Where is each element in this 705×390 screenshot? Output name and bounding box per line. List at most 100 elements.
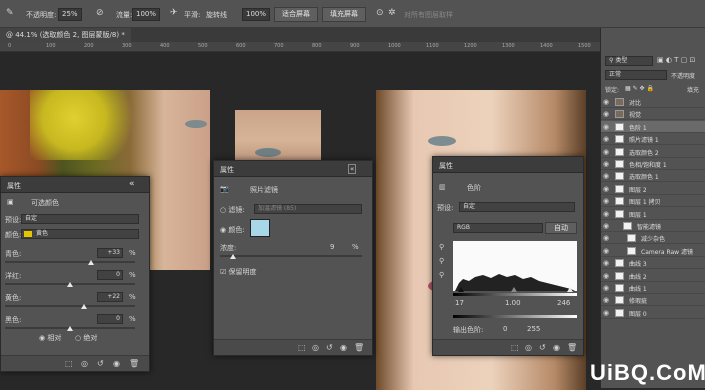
color-slider-value[interactable]: +33 [97, 248, 123, 258]
delete-trash-icon[interactable]: 🗑 [354, 343, 364, 352]
layer-row[interactable]: ◉ 减少杂色 [601, 232, 705, 245]
layer-visibility-eye-icon[interactable]: ◉ [603, 110, 609, 118]
blend-mode-select[interactable]: 正常 [605, 70, 667, 80]
layer-row[interactable]: ◉ 修瑕疵 [601, 294, 705, 307]
layer-visibility-eye-icon[interactable]: ◉ [603, 123, 609, 131]
color-slider-value[interactable]: +22 [97, 292, 123, 302]
collapse-icon[interactable]: « [348, 164, 357, 174]
color-slider-value[interactable]: 0 [97, 270, 123, 280]
color-slider-knob[interactable] [81, 304, 88, 309]
color-radio[interactable]: ◉ 颜色: [220, 225, 245, 235]
layer-kind-filter[interactable]: ⚲ 类型 [605, 56, 653, 66]
visibility-eye-icon[interactable]: ◉ [553, 343, 560, 352]
view-previous-icon[interactable]: ◎ [312, 343, 319, 352]
reset-icon[interactable]: ↺ [326, 343, 333, 352]
flow-field[interactable]: 100% [132, 8, 160, 21]
delete-trash-icon[interactable]: 🗑 [567, 343, 577, 352]
color-slider-knob[interactable] [87, 260, 94, 265]
color-slider-knob[interactable] [67, 326, 73, 331]
pressure-opacity-icon[interactable]: ⊘ [96, 9, 104, 18]
layer-visibility-eye-icon[interactable]: ◉ [603, 148, 609, 156]
layer-row[interactable]: ◉ 选取颜色 1 [601, 170, 705, 183]
layer-row[interactable]: ◉ 曲线 1 [601, 282, 705, 294]
lock-icons[interactable]: ▦ ✎ ✥ 🔒 [625, 85, 654, 92]
gray-eyedropper-icon[interactable]: ⚲ [439, 257, 444, 265]
colors-select[interactable]: 黄色 [21, 229, 139, 239]
auto-button[interactable]: 自动 [545, 222, 577, 234]
filter-color-swatch[interactable] [250, 219, 270, 237]
layer-visibility-eye-icon[interactable]: ◉ [603, 234, 609, 242]
layer-row[interactable]: ◉ 图层 1 [601, 208, 705, 220]
color-slider-knob[interactable] [67, 282, 73, 287]
layer-row[interactable]: ◉ Camera Raw 滤镜 [601, 245, 705, 257]
layer-visibility-eye-icon[interactable]: ◉ [603, 197, 609, 205]
layer-row[interactable]: ◉ 智能滤镜 [601, 220, 705, 232]
airbrush-icon[interactable]: ✈ [170, 9, 178, 18]
layer-visibility-eye-icon[interactable]: ◉ [603, 222, 609, 230]
filter-radio[interactable]: ○ 滤镜: [220, 205, 245, 215]
view-previous-icon[interactable]: ◎ [81, 359, 88, 368]
settings-gear-icon[interactable]: ✲ [388, 9, 396, 18]
white-point-slider[interactable] [567, 287, 573, 292]
layer-row[interactable]: ◉ 图层 1 拷贝 [601, 195, 705, 208]
absolute-radio[interactable]: ○ 绝对 [75, 333, 97, 343]
color-slider-track[interactable] [5, 261, 135, 263]
layer-row[interactable]: ◉ 照片滤镜 1 [601, 133, 705, 146]
preserve-luminosity-checkbox[interactable]: ☑ 保留明度 [220, 267, 257, 277]
output-black-value[interactable]: 0 [503, 325, 507, 333]
layer-visibility-eye-icon[interactable]: ◉ [603, 185, 609, 193]
layer-visibility-eye-icon[interactable]: ◉ [603, 296, 609, 304]
brush-tool-icon[interactable]: ✎ [6, 9, 14, 18]
density-value[interactable]: 9 [330, 243, 334, 251]
preset-select[interactable]: 自定 [459, 202, 575, 212]
relative-radio[interactable]: ◉ 相对 [39, 333, 61, 343]
white-eyedropper-icon[interactable]: ⚲ [439, 271, 444, 279]
fill-screen-button[interactable]: 填充屏幕 [322, 7, 366, 22]
layer-visibility-eye-icon[interactable]: ◉ [603, 160, 609, 168]
clip-to-layer-icon[interactable]: ⬚ [511, 343, 519, 352]
view-previous-icon[interactable]: ◎ [525, 343, 532, 352]
density-slider-knob[interactable] [229, 254, 236, 259]
fit-screen-button[interactable]: 适合屏幕 [274, 7, 318, 22]
layer-visibility-eye-icon[interactable]: ◉ [603, 172, 609, 180]
layer-row[interactable]: ◉ 对比 [601, 96, 705, 108]
opacity-field[interactable]: 25% [58, 8, 82, 21]
preset-select[interactable]: 自定 [21, 214, 139, 224]
input-black-value[interactable]: 17 [455, 299, 464, 307]
reset-icon[interactable]: ↺ [539, 343, 546, 352]
black-eyedropper-icon[interactable]: ⚲ [439, 243, 444, 251]
smoothing-value[interactable]: 旋转线 [206, 10, 227, 20]
reset-icon[interactable]: ↺ [97, 359, 104, 368]
midpoint-slider[interactable] [511, 287, 517, 292]
panel-titlebar[interactable]: 属性 « [1, 177, 149, 193]
filter-select[interactable]: 加温滤镜 (85) [254, 204, 362, 214]
layer-visibility-eye-icon[interactable]: ◉ [603, 284, 609, 292]
layer-visibility-eye-icon[interactable]: ◉ [603, 272, 609, 280]
layer-row[interactable]: ◉ 图层 0 [601, 307, 705, 319]
layer-visibility-eye-icon[interactable]: ◉ [603, 247, 609, 255]
layer-row[interactable]: ◉ 曲线 3 [601, 257, 705, 270]
layer-row[interactable]: ◉ 曲线 2 [601, 270, 705, 282]
layer-row[interactable]: ◉ 色阶 1 [601, 120, 705, 133]
layer-row[interactable]: ◉ 选取颜色 2 [601, 146, 705, 158]
layer-visibility-eye-icon[interactable]: ◉ [603, 259, 609, 267]
channel-select[interactable]: RGB [453, 223, 543, 233]
input-white-value[interactable]: 246 [557, 299, 570, 307]
input-mid-value[interactable]: 1.00 [505, 299, 521, 307]
document-tab[interactable]: @ 44.1% (选取颜色 2, 图层蒙版/8) * [0, 28, 131, 42]
layer-row[interactable]: ◉ 图层 2 [601, 183, 705, 195]
delete-trash-icon[interactable]: 🗑 [129, 359, 139, 368]
visibility-eye-icon[interactable]: ◉ [340, 343, 347, 352]
layer-visibility-eye-icon[interactable]: ◉ [603, 210, 609, 218]
filter-icons[interactable]: ▣ ◐ T ▢ ⊡ [657, 56, 695, 64]
panel-titlebar[interactable]: 属性 [433, 157, 583, 173]
layer-visibility-eye-icon[interactable]: ◉ [603, 98, 609, 106]
sample-all-layers-checkbox[interactable]: 对所有图层取样 [404, 10, 453, 20]
black-point-slider[interactable] [458, 287, 464, 292]
density-slider-track[interactable] [220, 255, 362, 257]
pressure-size-icon[interactable]: ⊙ [376, 9, 384, 18]
layer-visibility-eye-icon[interactable]: ◉ [603, 135, 609, 143]
clip-to-layer-icon[interactable]: ⬚ [298, 343, 306, 352]
clip-to-layer-icon[interactable]: ⬚ [65, 359, 73, 368]
color-slider-track[interactable] [5, 305, 135, 307]
